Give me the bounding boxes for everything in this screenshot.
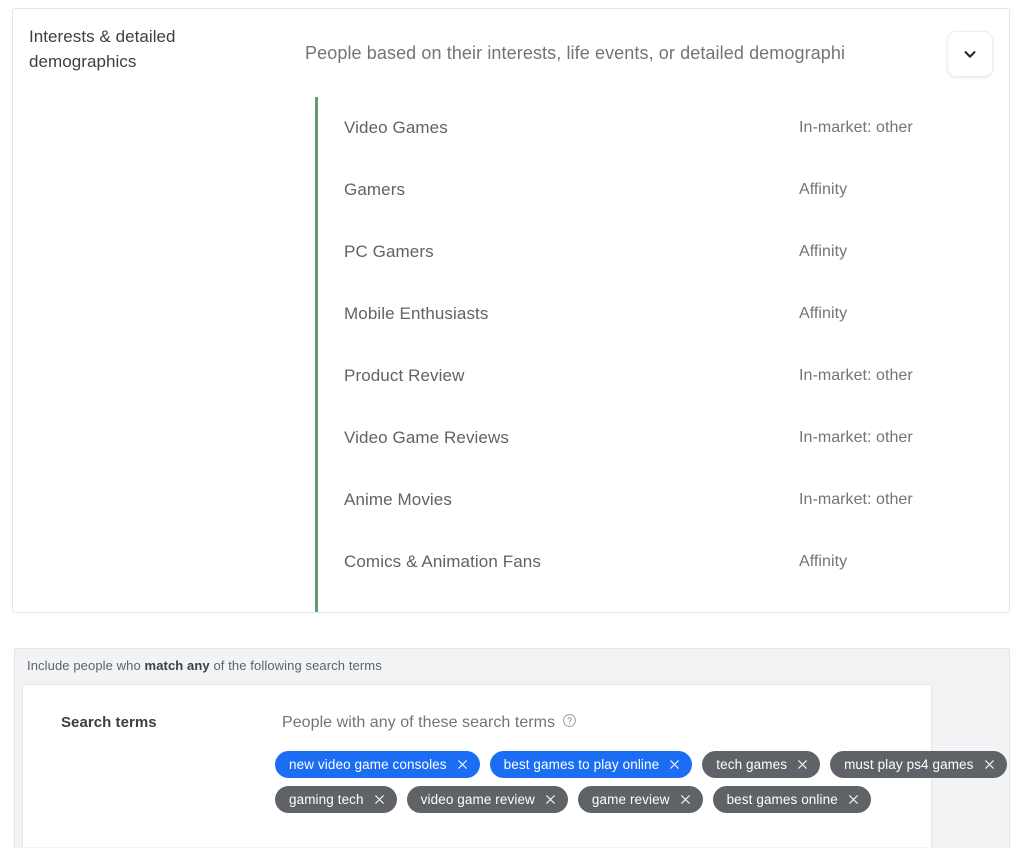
section-title: Interests & detailed demographics	[29, 27, 176, 71]
search-term-chip[interactable]: must play ps4 games	[830, 751, 1007, 778]
close-icon[interactable]	[544, 793, 557, 806]
match-any-header-prefix: Include people who	[27, 658, 145, 673]
close-icon[interactable]	[373, 793, 386, 806]
search-term-chip[interactable]: game review	[577, 786, 703, 813]
interest-name: PC Gamers	[344, 242, 434, 261]
interest-name: Anime Movies	[344, 490, 452, 509]
chip-label: video game review	[420, 792, 535, 807]
interest-category: In-market: other	[799, 119, 913, 136]
search-terms-description: People with any of these search terms	[282, 714, 556, 731]
chip-label: game review	[591, 792, 670, 807]
interest-category: In-market: other	[799, 367, 913, 384]
search-terms-label: Search terms	[61, 714, 157, 731]
chip-label: best games online	[726, 792, 838, 807]
match-any-header-suffix: of the following search terms	[209, 658, 382, 673]
search-terms-card: Search terms People with any of these se…	[22, 684, 1007, 847]
expand-collapse-button[interactable]	[947, 31, 993, 77]
chip-label: best games to play online	[503, 757, 660, 772]
interests-description-row: People based on their interests, life ev…	[303, 31, 999, 87]
match-any-header: Include people who match any of the foll…	[27, 658, 382, 673]
interest-row[interactable]: PC Gamers Affinity	[318, 221, 1007, 283]
close-icon[interactable]	[668, 758, 681, 771]
interests-description: People based on their interests, life ev…	[305, 43, 846, 63]
search-terms-description-row: People with any of these search terms	[282, 713, 577, 733]
interest-name: Comics & Animation Fans	[344, 552, 541, 571]
interest-row[interactable]: Product Review In-market: other	[318, 345, 1007, 407]
interest-category: Affinity	[799, 181, 848, 198]
interest-row[interactable]: Video Game Reviews In-market: other	[318, 407, 1007, 469]
interest-category: In-market: other	[799, 429, 913, 446]
chip-label: gaming tech	[289, 792, 364, 807]
interest-row[interactable]: Comics & Animation Fans Affinity	[318, 531, 1007, 593]
interest-name: Gamers	[344, 180, 406, 199]
match-any-header-bold: match any	[144, 658, 210, 673]
search-term-chips: new video game consoles best games to pl…	[275, 751, 1024, 821]
interest-row[interactable]: Video Games In-market: other	[318, 97, 1007, 159]
chip-label: must play ps4 games	[844, 757, 974, 772]
interest-name: Product Review	[344, 366, 465, 385]
interest-name: Video Game Reviews	[344, 428, 509, 447]
chevron-down-icon	[961, 45, 979, 63]
interests-list: Video Games In-market: other Gamers Affi…	[315, 97, 1007, 612]
search-term-chip[interactable]: tech games	[702, 751, 821, 778]
interest-row[interactable]: Mobile Enthusiasts Affinity	[318, 283, 1007, 345]
interest-category: Affinity	[799, 553, 848, 570]
interest-category: Affinity	[799, 243, 848, 260]
close-icon[interactable]	[796, 758, 809, 771]
interest-category: Affinity	[799, 305, 848, 322]
search-term-chip[interactable]: gaming tech	[275, 786, 397, 813]
chip-label: new video game consoles	[289, 757, 447, 772]
interest-name: Video Games	[344, 118, 448, 137]
chip-label: tech games	[716, 757, 788, 772]
close-icon[interactable]	[679, 793, 692, 806]
interest-category: In-market: other	[799, 491, 913, 508]
search-term-chip[interactable]: new video game consoles	[275, 751, 480, 778]
close-icon[interactable]	[456, 758, 469, 771]
close-icon[interactable]	[983, 758, 996, 771]
search-terms-panel: Include people who match any of the foll…	[14, 648, 1010, 848]
search-term-chip[interactable]: video game review	[406, 786, 568, 813]
interest-name: Mobile Enthusiasts	[344, 304, 489, 323]
interest-row[interactable]: Gamers Affinity	[318, 159, 1007, 221]
interests-demographics-card: Interests & detailed demographics People…	[12, 8, 1010, 613]
interest-row[interactable]: Anime Movies In-market: other	[318, 469, 1007, 531]
chips-row: gaming tech video game review game revie…	[275, 786, 1024, 813]
chips-row: new video game consoles best games to pl…	[275, 751, 1024, 778]
search-term-chip[interactable]: best games to play online	[489, 751, 693, 778]
help-circle-icon[interactable]	[562, 713, 577, 733]
search-term-chip[interactable]: best games online	[712, 786, 871, 813]
close-icon[interactable]	[847, 793, 860, 806]
